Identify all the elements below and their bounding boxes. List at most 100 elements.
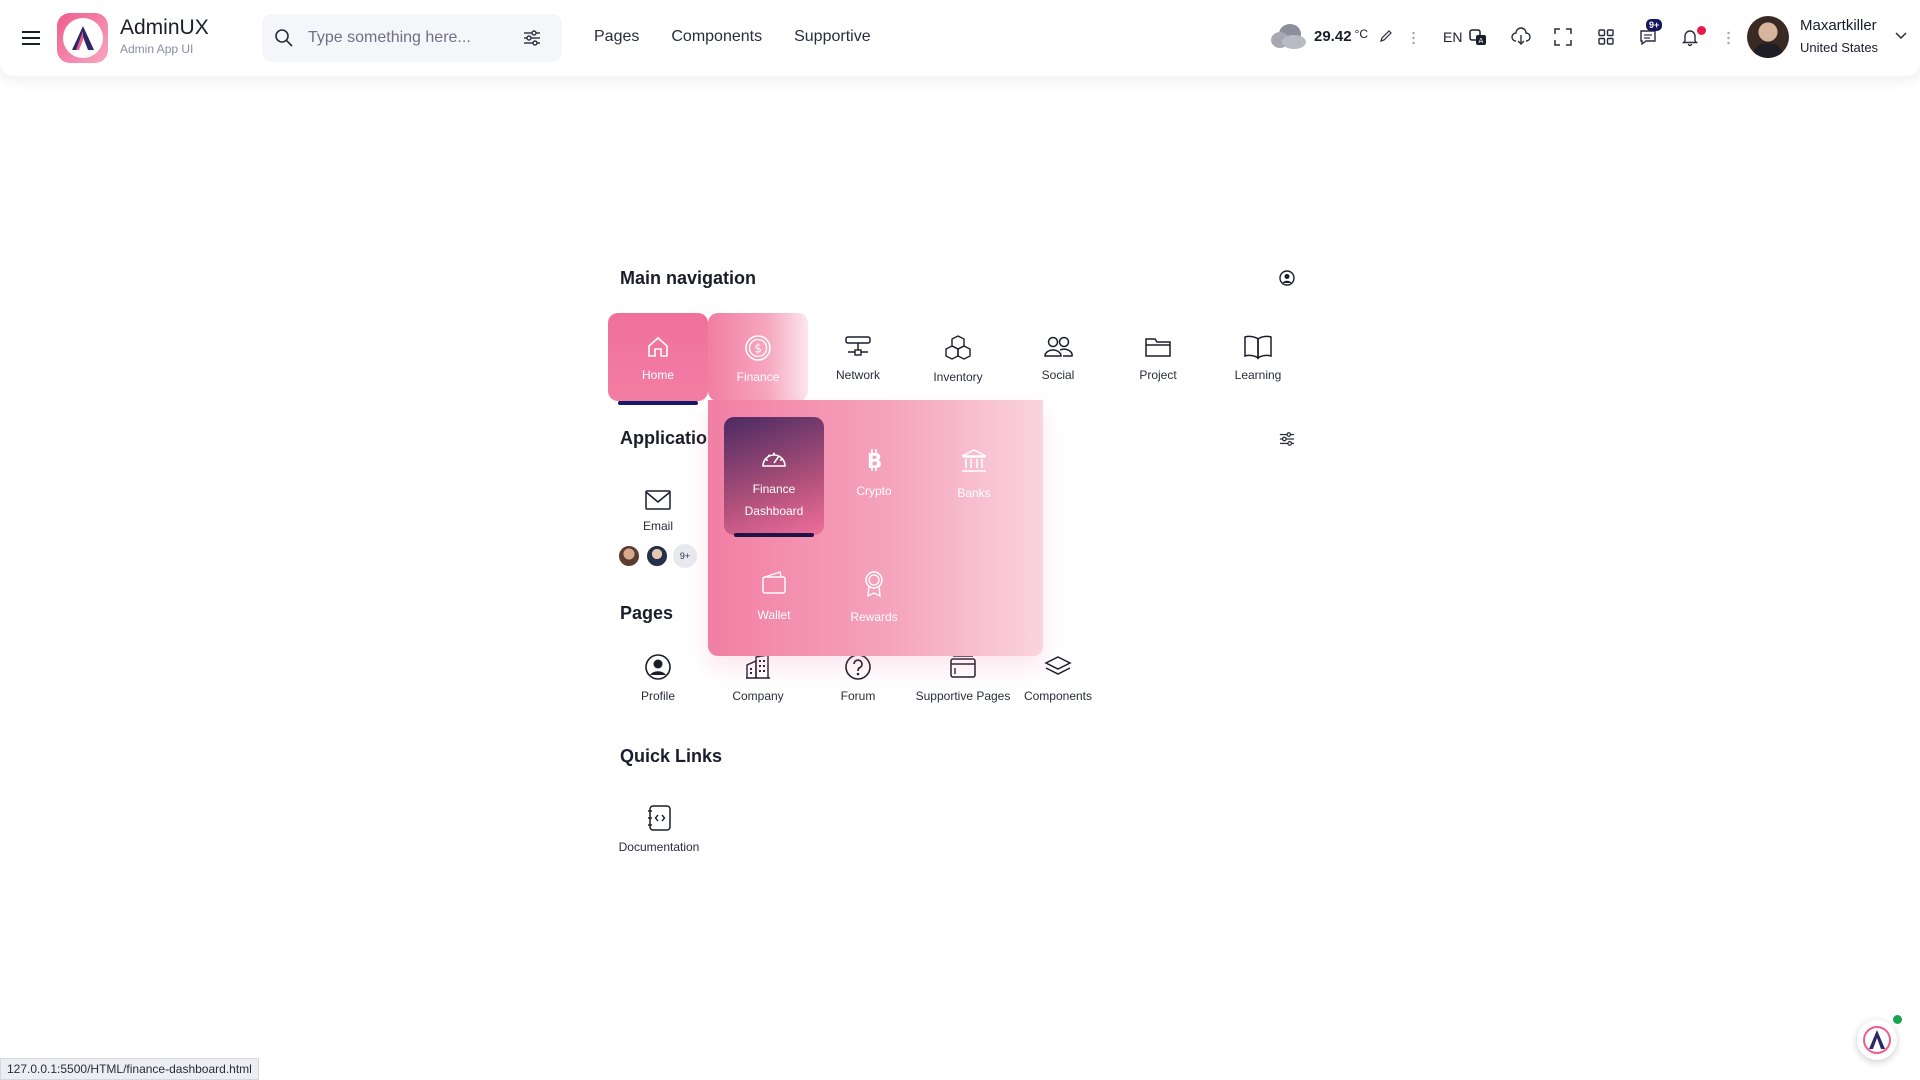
fullscreen-icon[interactable] [1553,27,1573,47]
quick-links-title: Quick Links [620,746,723,766]
svg-text:$: $ [754,342,762,356]
chevron-down-icon[interactable] [1894,31,1908,41]
envelope-icon [645,490,671,510]
user-name[interactable]: Maxartkiller [1800,17,1877,34]
brand-logo[interactable] [57,13,108,63]
nav-item-label: Social [1041,368,1075,382]
user-avatar[interactable] [1747,16,1789,58]
brand-subtitle: Admin App UI [120,42,194,56]
nav-item-label: Learning [1234,368,1282,382]
folder-icon [1145,338,1171,357]
page-item-profile[interactable]: Profile [608,653,708,703]
page-item-components[interactable]: Components [1008,653,1108,703]
pages-title: Pages [620,603,674,623]
page-item-label: Profile [640,689,675,703]
person-circle-icon [645,654,671,680]
active-nav-underline [618,401,698,405]
page-item-company[interactable]: Company [708,653,808,703]
temperature-unit: °C [1354,27,1369,41]
submenu-item-label: Rewards [850,610,898,624]
quick-link-documentation[interactable]: Documentation [609,804,709,854]
book-icon [1244,335,1272,360]
nav-item-inventory[interactable]: Inventory [908,334,1008,384]
edit-pencil-icon[interactable] [1378,28,1394,44]
main-navigation-title: Main navigation [620,268,757,288]
temperature-value: 29.42 [1314,27,1352,45]
people-icon [1044,336,1073,357]
nav-item-label: Network [835,368,880,382]
submenu-item-label: Banks [957,486,991,500]
notification-dot [1697,26,1706,35]
bank-icon [961,449,987,472]
submenu-item-label: Wallet [757,608,791,622]
nav-item-label: Project [1139,368,1177,382]
online-status-dot [1893,1015,1902,1024]
boxes-icon [945,335,971,360]
award-icon [865,571,883,598]
nav-item-finance[interactable]: $ Finance [708,313,808,401]
app-item-email[interactable]: Email [608,489,708,533]
nav-item-network[interactable]: Network [808,334,908,382]
logo-a-icon [1863,1026,1891,1054]
logo-a-icon [71,26,94,50]
search-box [262,14,562,62]
nav-item-project[interactable]: Project [1108,334,1208,382]
nav-item-label: Inventory [933,370,983,384]
weather-widget[interactable]: 29.42 °C [1268,22,1394,50]
messages-badge: 9+ [1646,19,1663,31]
avatar [617,544,641,568]
floating-logo-button[interactable] [1857,1020,1897,1060]
submenu-item-wallet[interactable]: Wallet [724,570,824,626]
submenu-item-label: Crypto [856,484,892,498]
building-icon [746,654,770,679]
filter-sliders-icon[interactable] [523,29,541,47]
svg-text:A: A [1479,37,1484,45]
submenu-item-label: Finance Dashboard [744,482,804,518]
page-item-forum[interactable]: Forum [808,653,908,703]
nav-item-social[interactable]: Social [1008,334,1108,382]
top-nav: Pages Components Supportive [594,28,871,46]
top-nav-supportive[interactable]: Supportive [794,28,871,46]
nav-item-label: Home [641,368,674,382]
top-nav-pages[interactable]: Pages [594,28,639,46]
home-icon [648,336,668,357]
page-item-label: Components [1023,689,1093,703]
submenu-item-crypto[interactable]: B Crypto [824,448,924,502]
window-stack-icon [950,655,976,678]
vertical-divider-dots-icon [1412,31,1415,45]
brand-title: AdminUX [120,16,209,39]
avatar [645,544,669,568]
quick-link-label: Documentation [618,840,700,854]
submenu-item-rewards[interactable]: Rewards [824,570,924,628]
top-nav-components[interactable]: Components [671,28,762,46]
hamburger-menu-icon[interactable] [20,27,42,49]
search-icon [275,29,293,47]
submenu-item-banks[interactable]: Banks [924,448,1024,504]
page-item-label: Supportive Pages [915,689,1011,703]
dollar-coin-icon: $ [745,335,771,361]
svg-text:B: B [867,449,882,472]
submenu-item-finance-dashboard[interactable]: Finance Dashboard [724,448,824,522]
wallet-icon [762,571,786,594]
apps-grid-icon[interactable] [1596,27,1616,47]
nav-item-home[interactable]: Home [608,313,708,401]
finance-dropdown-menu: Finance Dashboard B Crypto Banks Wallet … [708,400,1043,656]
code-file-icon [648,805,671,831]
top-header: AdminUX Admin App UI Pages Components Su… [0,0,1920,76]
translate-icon[interactable]: A [1468,27,1488,47]
nav-item-learning[interactable]: Learning [1208,334,1308,382]
cloud-icon [1271,24,1306,49]
search-input[interactable] [308,26,508,50]
speedometer-icon [762,452,786,467]
language-selector[interactable]: EN [1443,29,1462,45]
app-item-label: Email [642,519,673,533]
page-item-label: Company [732,689,784,703]
filter-sliders-icon[interactable] [1279,431,1295,447]
status-url-bar: 127.0.0.1:5500/HTML/finance-dashboard.ht… [0,1058,259,1080]
vertical-divider-dots-icon [1727,31,1730,45]
page-item-supportive-pages[interactable]: Supportive Pages [913,653,1013,703]
bitcoin-icon: B [867,449,882,472]
cloud-download-icon[interactable] [1511,27,1531,47]
email-avatars: 9+ [617,544,697,568]
person-circle-icon[interactable] [1279,270,1295,286]
